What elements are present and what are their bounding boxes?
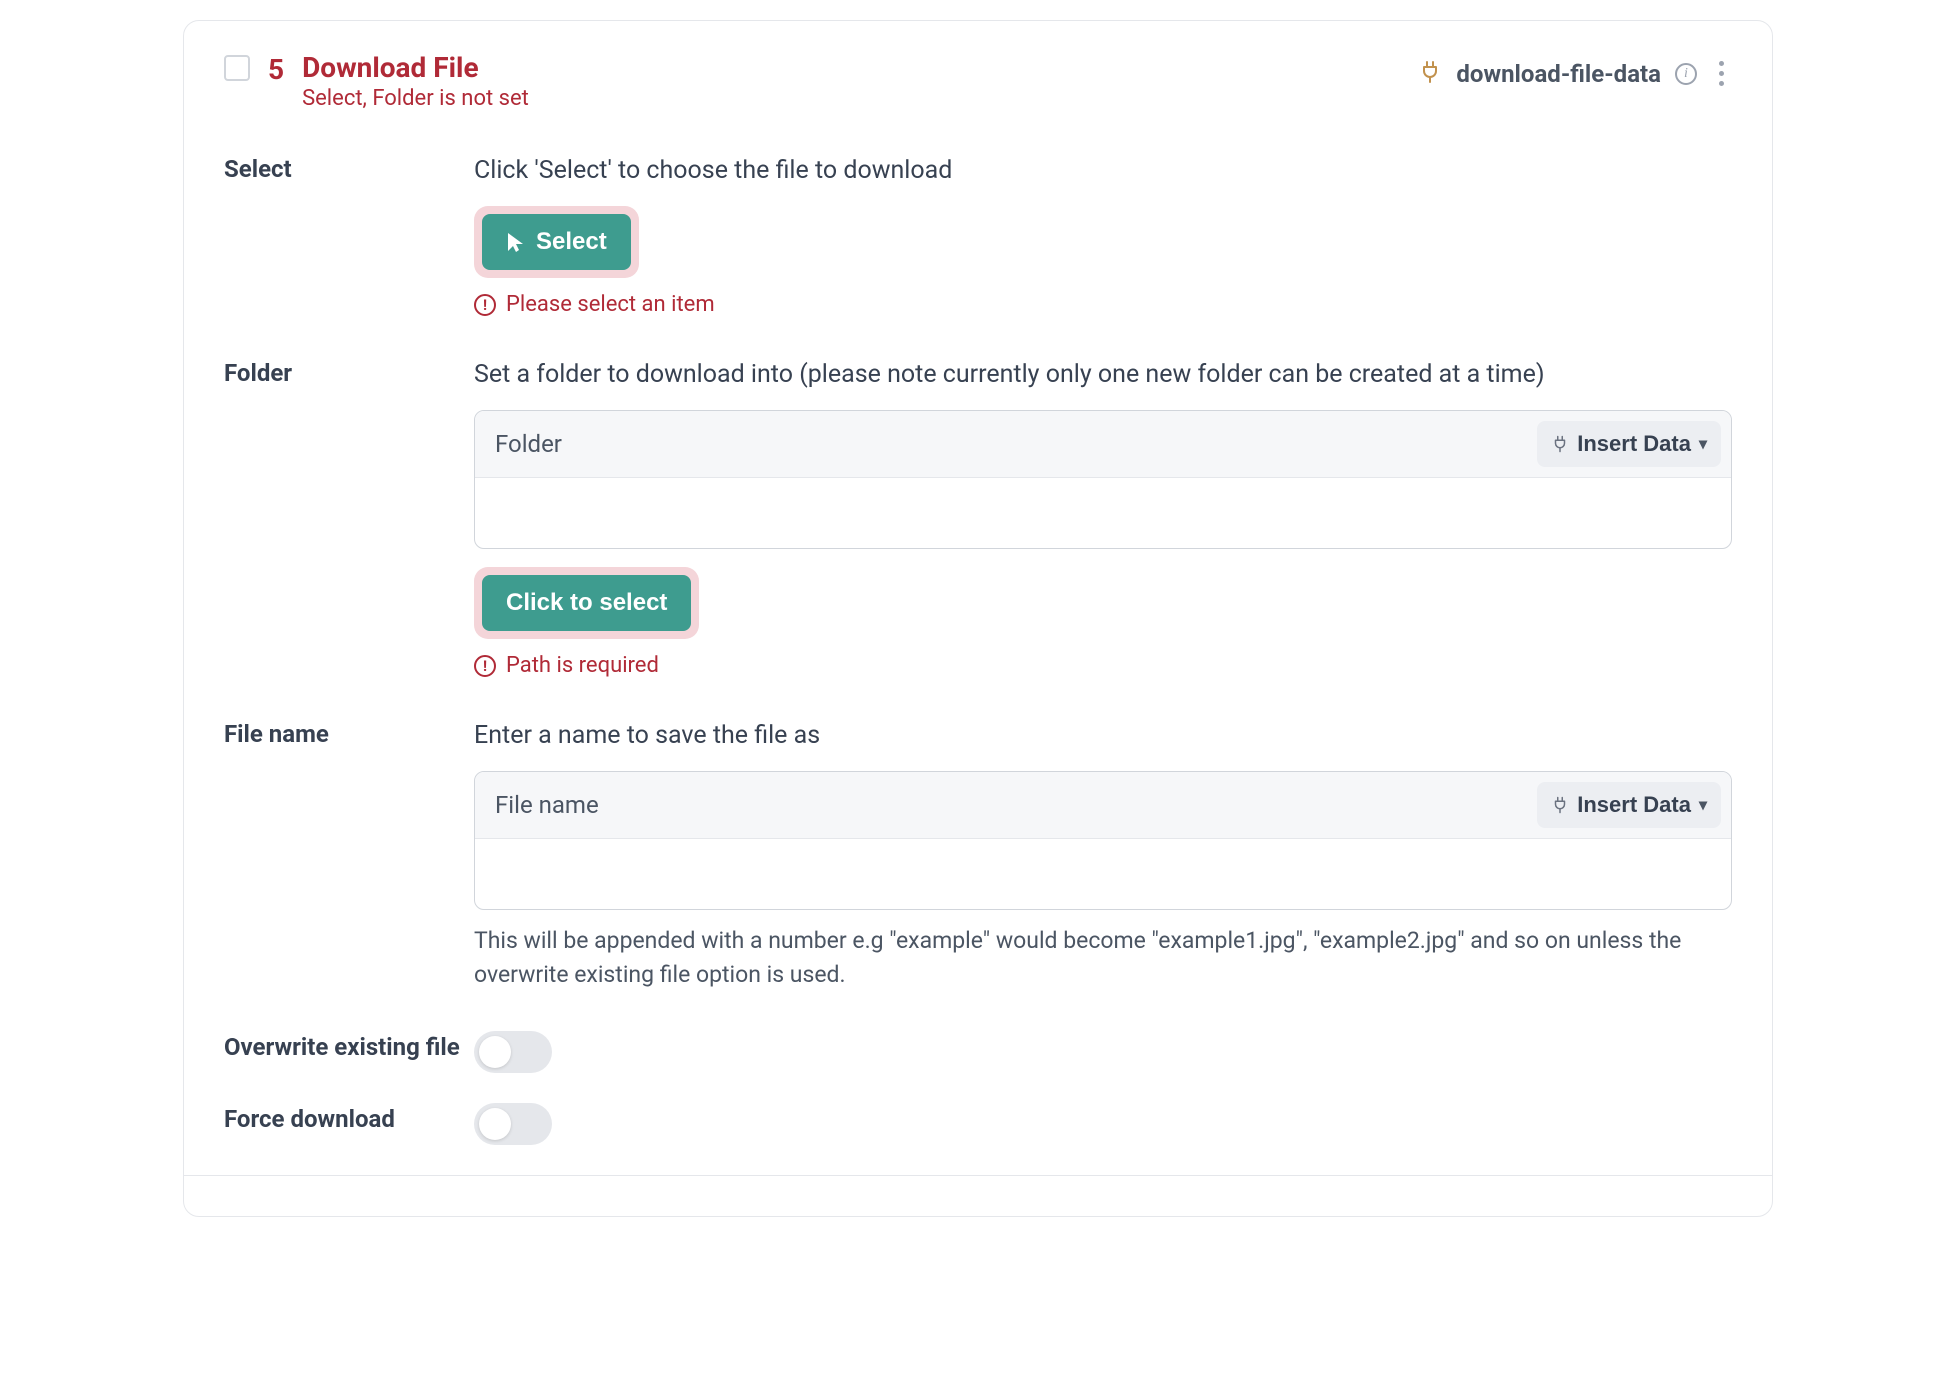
plug-icon [1551, 796, 1569, 814]
label-folder: Folder [224, 357, 474, 387]
plug-icon [1418, 60, 1442, 88]
step-card: 5 Download File Select, Folder is not se… [183, 20, 1773, 1217]
error-select: ! Please select an item [474, 292, 1732, 317]
folder-input-header: Folder Insert Data ▾ [475, 411, 1731, 478]
label-force: Force download [224, 1103, 474, 1133]
error-folder-text: Path is required [506, 653, 659, 678]
step-checkbox[interactable] [224, 55, 250, 81]
folder-select-button-halo: Click to select [474, 567, 699, 639]
toggle-knob [479, 1036, 511, 1068]
label-select: Select [224, 153, 474, 183]
folder-select-button-label: Click to select [506, 589, 667, 617]
row-filename: File name Enter a name to save the file … [224, 718, 1732, 991]
filename-insert-data-label: Insert Data [1577, 792, 1691, 818]
label-filename: File name [224, 718, 474, 748]
folder-input-block: Folder Insert Data ▾ [474, 410, 1732, 549]
folder-input-area[interactable] [475, 478, 1731, 548]
header-right: download-file-data i [1418, 57, 1732, 90]
card-header: 5 Download File Select, Folder is not se… [224, 51, 1732, 113]
field-filename: Enter a name to save the file as File na… [474, 718, 1732, 991]
folder-insert-data-label: Insert Data [1577, 431, 1691, 457]
field-select: Click 'Select' to choose the file to dow… [474, 153, 1732, 317]
force-toggle[interactable] [474, 1103, 552, 1145]
select-button[interactable]: Select [482, 214, 631, 270]
cursor-icon [506, 231, 526, 253]
select-button-halo: Select [474, 206, 639, 278]
help-folder: Set a folder to download into (please no… [474, 357, 1732, 392]
chevron-down-icon: ▾ [1699, 795, 1707, 815]
module-name: download-file-data [1456, 60, 1661, 88]
row-overwrite: Overwrite existing file [224, 1031, 1732, 1073]
help-select: Click 'Select' to choose the file to dow… [474, 153, 1732, 188]
error-icon: ! [474, 294, 496, 316]
filename-input-header: File name Insert Data ▾ [475, 772, 1731, 839]
toggle-knob [479, 1108, 511, 1140]
field-overwrite [474, 1031, 1732, 1073]
folder-select-button[interactable]: Click to select [482, 575, 691, 631]
filename-input-label: File name [495, 791, 599, 819]
step-number: 5 [268, 53, 284, 86]
help-filename: Enter a name to save the file as [474, 718, 1732, 753]
label-overwrite: Overwrite existing file [224, 1031, 474, 1061]
header-left: 5 Download File Select, Folder is not se… [224, 51, 529, 113]
error-icon: ! [474, 655, 496, 677]
field-force [474, 1103, 1732, 1145]
error-select-text: Please select an item [506, 292, 715, 317]
row-force: Force download [224, 1103, 1732, 1145]
folder-insert-data-button[interactable]: Insert Data ▾ [1537, 421, 1721, 467]
filename-input-area[interactable] [475, 839, 1731, 909]
chevron-down-icon: ▾ [1699, 434, 1707, 454]
divider [184, 1175, 1772, 1176]
plug-icon [1551, 435, 1569, 453]
step-title: Download File [302, 51, 529, 85]
filename-hint: This will be appended with a number e.g … [474, 924, 1732, 991]
row-select: Select Click 'Select' to choose the file… [224, 153, 1732, 317]
info-icon[interactable]: i [1675, 63, 1697, 85]
filename-insert-data-button[interactable]: Insert Data ▾ [1537, 782, 1721, 828]
filename-input-block: File name Insert Data ▾ [474, 771, 1732, 910]
overwrite-toggle[interactable] [474, 1031, 552, 1073]
row-folder: Folder Set a folder to download into (pl… [224, 357, 1732, 678]
select-button-label: Select [536, 228, 607, 256]
step-subtitle: Select, Folder is not set [302, 85, 529, 114]
error-folder: ! Path is required [474, 653, 1732, 678]
field-folder: Set a folder to download into (please no… [474, 357, 1732, 678]
folder-input-label: Folder [495, 430, 562, 458]
step-title-group: Download File Select, Folder is not set [302, 51, 529, 113]
kebab-menu[interactable] [1711, 57, 1732, 90]
